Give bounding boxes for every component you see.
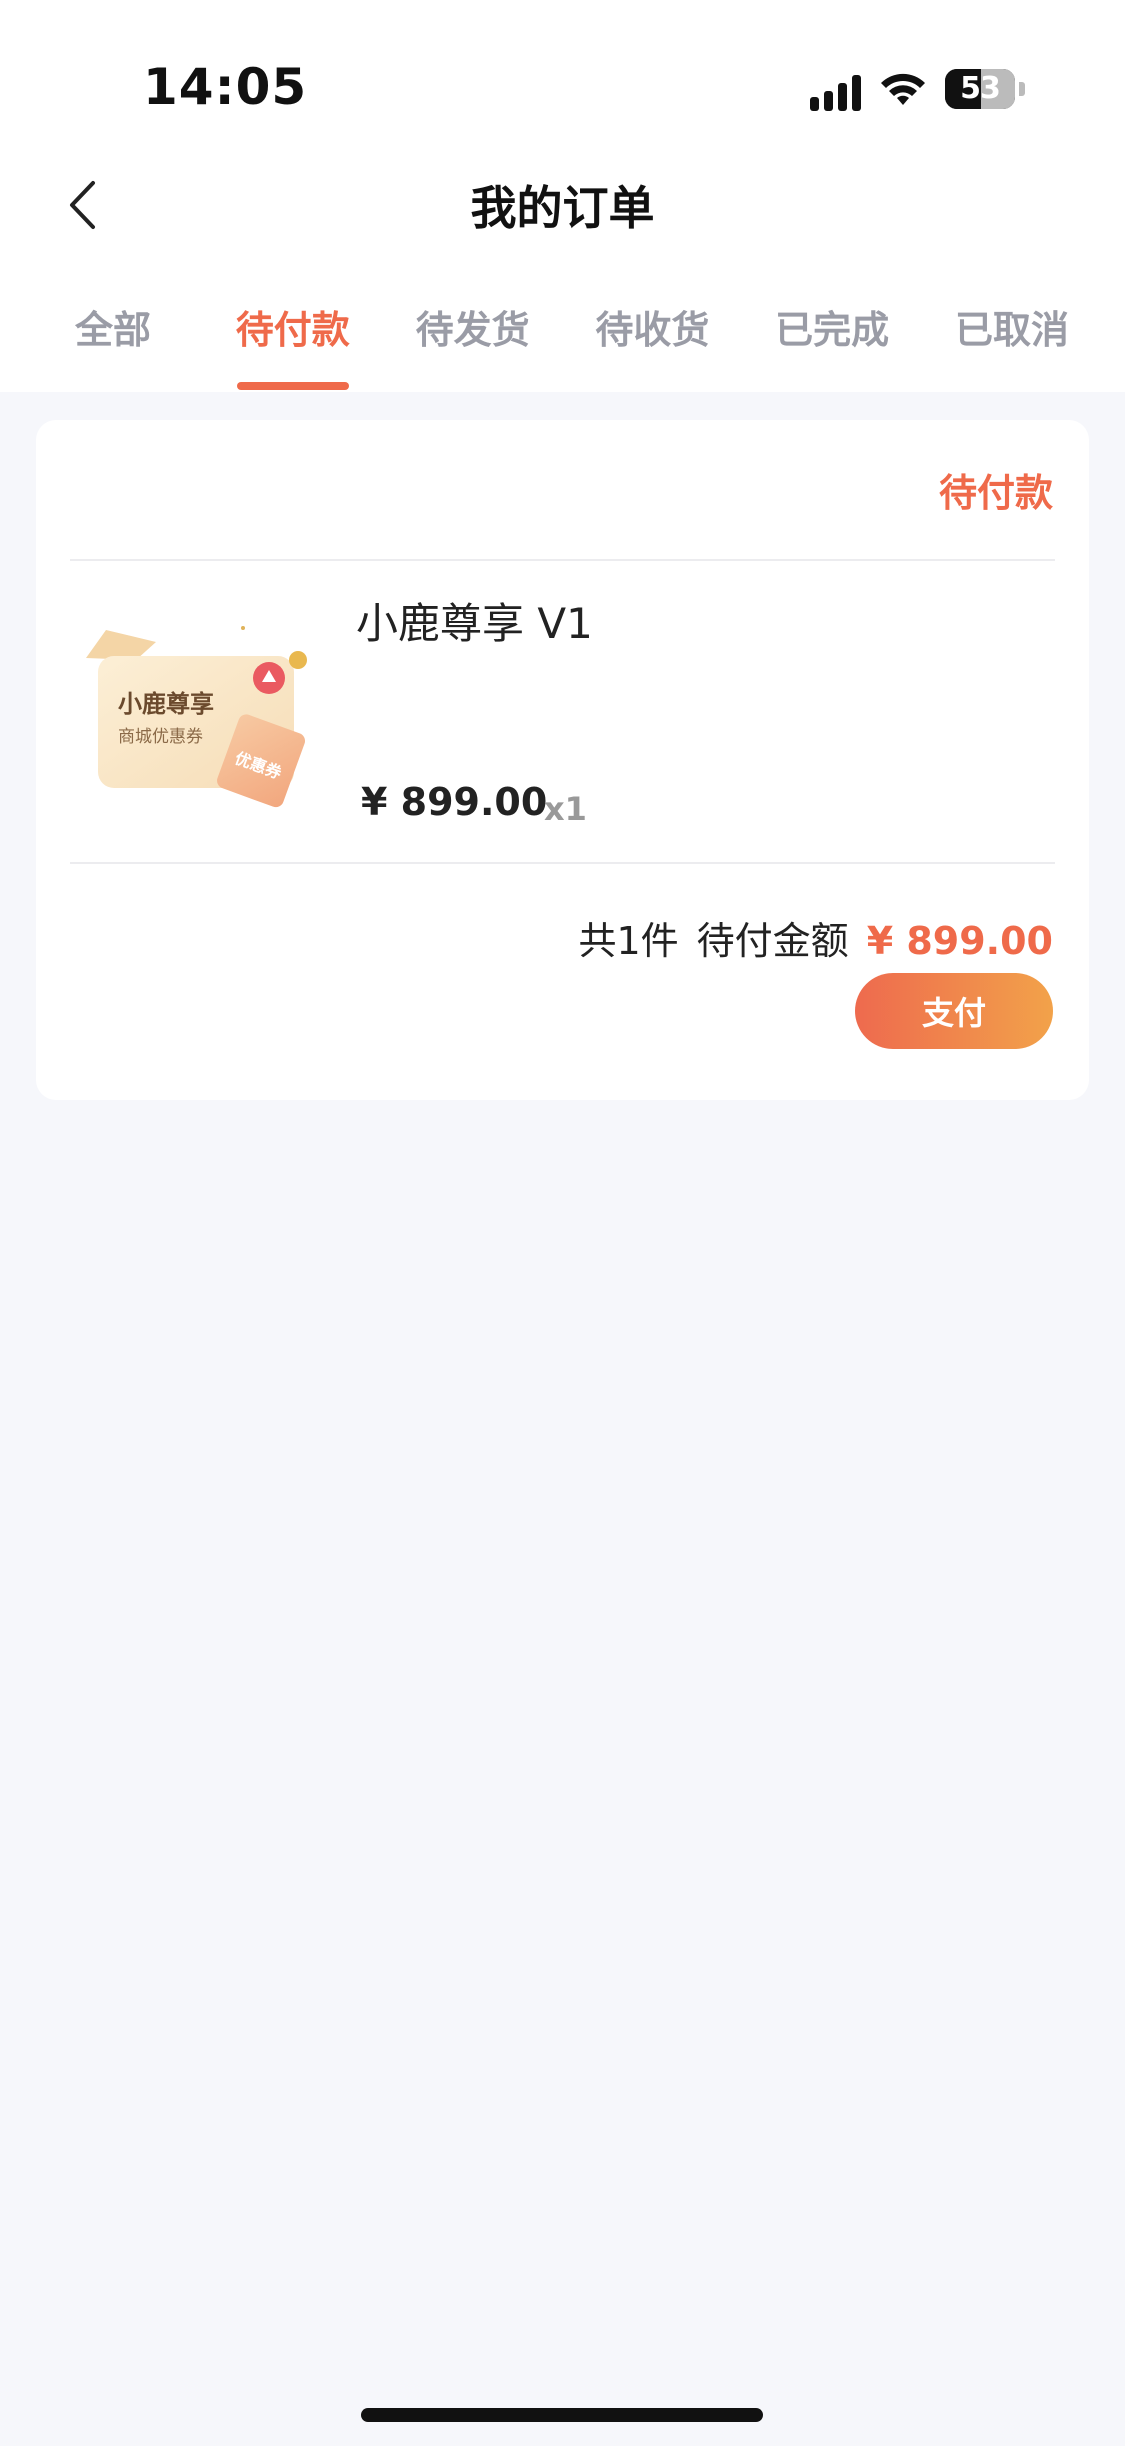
- divider: [70, 559, 1055, 561]
- cellular-signal-icon: [810, 67, 861, 111]
- order-tabs: 全部 待付款 待发货 待收货 已完成 已取消: [28, 300, 1097, 390]
- tab-label: 待发货: [415, 308, 530, 352]
- status-icons: 53: [810, 62, 1025, 116]
- home-indicator[interactable]: [361, 2408, 763, 2422]
- order-summary: 共1件 待付金额 ¥ 899.00: [578, 910, 1053, 965]
- product-quantity: x1: [544, 790, 587, 828]
- tab-label: 待收货: [595, 308, 710, 352]
- status-time: 14:05: [143, 58, 308, 116]
- pay-button[interactable]: 支付: [855, 973, 1053, 1049]
- tab-label: 已完成: [775, 308, 890, 352]
- tab-label: 全部: [74, 308, 151, 352]
- order-status: 待付款: [938, 471, 1053, 515]
- tab-all[interactable]: 全部: [28, 300, 198, 380]
- product-image-title: 小鹿尊享: [118, 690, 214, 718]
- divider: [70, 862, 1055, 864]
- tab-cancelled[interactable]: 已取消: [927, 300, 1097, 380]
- active-tab-indicator: [236, 382, 349, 390]
- tab-pending-payment[interactable]: 待付款: [208, 300, 378, 390]
- product-name: 小鹿尊享 V1: [356, 599, 593, 648]
- summary-amount: ¥ 899.00: [866, 919, 1053, 963]
- tab-label: 待付款: [235, 308, 350, 352]
- battery-icon: 53: [945, 69, 1015, 109]
- tab-completed[interactable]: 已完成: [747, 300, 917, 380]
- order-card[interactable]: 待付款 优惠券 小鹿尊享 商城优惠券 小鹿尊享 V1 ¥ 899.00 x1 共…: [36, 420, 1089, 1100]
- tab-pending-shipment[interactable]: 待发货: [388, 300, 558, 380]
- wifi-icon: [881, 73, 925, 105]
- product-price: ¥ 899.00: [361, 780, 548, 824]
- battery-level: 53: [960, 71, 1001, 106]
- tab-pending-receipt[interactable]: 待收货: [567, 300, 737, 380]
- product-image[interactable]: 优惠券 小鹿尊享 商城优惠券: [76, 620, 338, 820]
- battery-cap: [1019, 82, 1025, 96]
- summary-label: 待付金额: [696, 919, 849, 963]
- tab-label: 已取消: [954, 308, 1069, 352]
- page-title: 我的订单: [470, 181, 655, 235]
- product-image-subtitle: 商城优惠券: [118, 727, 203, 747]
- summary-count: 共1件: [578, 919, 679, 963]
